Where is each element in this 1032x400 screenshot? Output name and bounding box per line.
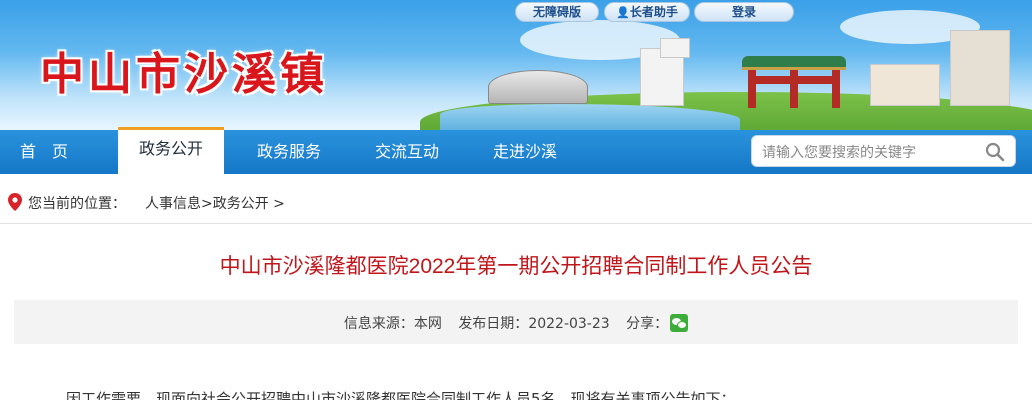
elder-assistant-label: 长者助手 bbox=[629, 5, 678, 19]
stadium-illustration bbox=[488, 70, 588, 104]
breadcrumb-label: 您当前的位置： bbox=[28, 196, 126, 212]
nav-item-government-services[interactable]: 政务服务 bbox=[236, 130, 342, 174]
main-nav: 首 页 政务公开 政务服务 交流互动 走进沙溪 bbox=[0, 127, 1032, 174]
search-input[interactable] bbox=[762, 142, 982, 162]
share-label: 分享： bbox=[626, 316, 669, 332]
accessible-version-label: 无障碍版 bbox=[532, 5, 581, 19]
breadcrumb: 您当前的位置： 人事信息>政务公开 > bbox=[0, 174, 1032, 224]
article-body-paragraph: 因工作需要，现面向社会公开招聘中山市沙溪隆都医院合同制工作人员5名，现将有关事项… bbox=[66, 390, 736, 400]
building-illustration bbox=[950, 30, 1010, 106]
header-banner: 中山市沙溪镇 bbox=[0, 0, 1032, 130]
search-icon[interactable] bbox=[985, 142, 1005, 162]
site-title: 中山市沙溪镇 bbox=[40, 49, 328, 100]
login-button[interactable]: 登录 bbox=[694, 2, 794, 22]
article-meta-bar: 信息来源：本网 发布日期：2022-03-23 分享： bbox=[14, 300, 1018, 344]
nav-item-government-affairs[interactable]: 政务公开 bbox=[118, 127, 224, 174]
article-title: 中山市沙溪隆都医院2022年第一期公开招聘合同制工作人员公告 bbox=[219, 255, 813, 278]
elder-assistant-link[interactable]: 👤长者助手 bbox=[604, 2, 690, 22]
nav-item-home[interactable]: 首 页 bbox=[0, 130, 88, 174]
login-label: 登录 bbox=[731, 5, 756, 19]
source-value: 本网 bbox=[413, 316, 442, 332]
elder-icon: 👤 bbox=[616, 6, 630, 19]
nav-item-interaction[interactable]: 交流互动 bbox=[354, 130, 460, 174]
nav-item-about-shaxi[interactable]: 走进沙溪 bbox=[472, 130, 578, 174]
building-illustration bbox=[870, 64, 940, 106]
building-illustration bbox=[660, 38, 690, 58]
date-label: 发布日期： bbox=[458, 316, 529, 332]
search-box bbox=[751, 135, 1016, 167]
archway-illustration bbox=[742, 56, 846, 108]
accessible-version-link[interactable]: 无障碍版 bbox=[515, 2, 599, 22]
date-value: 2022-03-23 bbox=[528, 316, 610, 332]
breadcrumb-path[interactable]: 人事信息>政务公开 > bbox=[145, 193, 285, 213]
wechat-icon[interactable] bbox=[670, 314, 689, 332]
location-pin-icon bbox=[8, 193, 22, 211]
source-label: 信息来源： bbox=[343, 316, 414, 332]
